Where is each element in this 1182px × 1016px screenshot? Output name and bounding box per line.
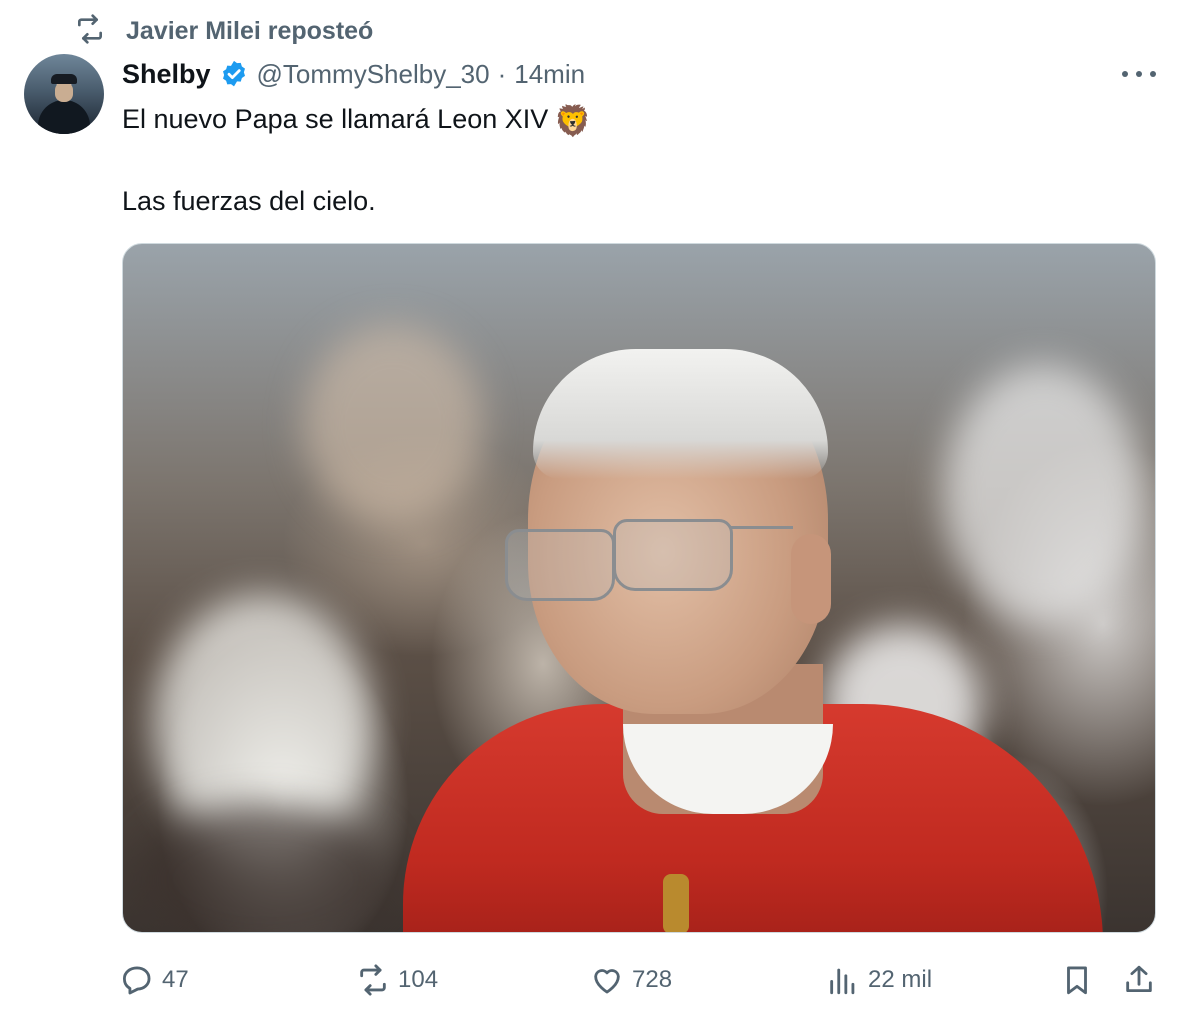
verified-badge-icon[interactable] — [219, 59, 249, 89]
tweet-line-2: Las fuerzas del cielo. — [122, 186, 376, 216]
retweet-button[interactable]: 104 — [356, 958, 438, 1002]
tweet-line-1: El nuevo Papa se llamará Leon XIV — [122, 104, 549, 134]
tweet-timestamp[interactable]: 14min — [514, 59, 585, 90]
bookmark-button[interactable] — [1060, 958, 1094, 1002]
reply-button[interactable]: 47 — [120, 958, 189, 1002]
like-count: 728 — [632, 966, 673, 993]
share-icon — [1126, 965, 1152, 993]
repost-label[interactable]: Javier Milei reposteó — [126, 17, 373, 46]
heart-icon — [594, 969, 620, 994]
more-options-icon[interactable] — [1122, 66, 1156, 82]
retweet-count: 104 — [398, 966, 439, 993]
bookmark-icon — [1067, 966, 1087, 995]
repost-icon — [360, 964, 386, 996]
repost-indicator[interactable]: Javier Milei reposteó — [74, 13, 373, 50]
lion-emoji-icon: 🦁 — [554, 105, 592, 138]
author-handle[interactable]: @TommyShelby_30 — [257, 59, 490, 90]
author-display-name[interactable]: Shelby — [122, 59, 211, 90]
tweet-image[interactable] — [122, 243, 1156, 933]
share-button[interactable] — [1122, 958, 1156, 1002]
reply-count: 47 — [162, 966, 189, 993]
tweet-actions: 47 104 728 22 mil — [0, 958, 1182, 1002]
views-icon — [830, 968, 855, 995]
repost-icon — [74, 13, 106, 50]
tweet-text: El nuevo Papa se llamará Leon XIV 🦁 Las f… — [122, 98, 1122, 222]
like-button[interactable]: 728 — [590, 958, 672, 1002]
avatar[interactable] — [24, 54, 104, 134]
views-count: 22 mil — [868, 966, 933, 993]
separator-dot: · — [497, 58, 507, 89]
reply-icon — [122, 966, 151, 995]
views-button[interactable]: 22 mil — [826, 958, 932, 1002]
tweet-header: Shelby @TommyShelby_30 · 14min — [122, 56, 585, 92]
